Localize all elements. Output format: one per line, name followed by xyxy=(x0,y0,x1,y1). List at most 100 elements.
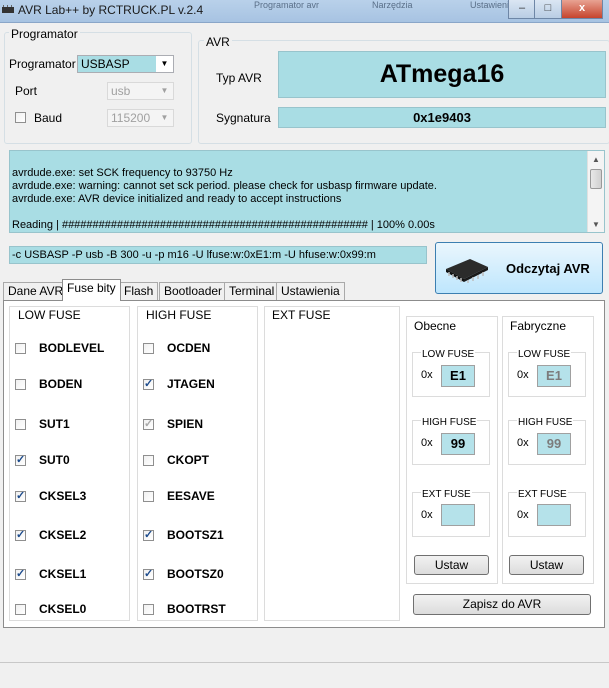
high-fuse-bootsz0-checkbox[interactable]: ✓ xyxy=(143,568,154,580)
low-fuse-bit-label: CKSEL2 xyxy=(39,528,87,542)
scroll-thumb[interactable] xyxy=(590,169,602,189)
bg-tab: Narzędzia xyxy=(372,0,413,10)
high-fuse-title: HIGH FUSE xyxy=(146,308,212,322)
tab-bootloader[interactable]: Bootloader xyxy=(159,282,228,300)
low-fuse-bit-label: CKSEL3 xyxy=(39,489,87,503)
programmer-select[interactable]: USBASP ▼ xyxy=(77,55,174,73)
title-bar: AVR Lab++ by RCTRUCK.PL v.2.4 Programato… xyxy=(0,0,609,23)
current-high-prefix: 0x xyxy=(421,437,433,449)
high-fuse-ckopt-checkbox[interactable] xyxy=(143,455,154,466)
tab-ustawienia[interactable]: Ustawienia xyxy=(276,282,345,300)
minimize-button[interactable]: – xyxy=(508,0,536,19)
low-fuse-bit-label: CKSEL1 xyxy=(39,567,87,581)
ext-fuse-panel xyxy=(264,306,400,621)
low-fuse-cksel2-checkbox[interactable]: ✓ xyxy=(15,529,26,541)
high-fuse-bit-label: EESAVE xyxy=(167,489,215,503)
high-fuse-bit-label: BOOTSZ1 xyxy=(167,528,224,542)
save-to-avr-button[interactable]: Zapisz do AVR xyxy=(413,594,591,615)
check-icon: ✓ xyxy=(16,529,26,541)
high-fuse-bit-label: OCDEN xyxy=(167,341,211,355)
current-ext-prefix: 0x xyxy=(421,509,433,521)
log-scrollbar[interactable]: ▲ ▼ xyxy=(587,151,604,232)
ext-fuse-title: EXT FUSE xyxy=(272,308,331,322)
low-fuse-sut1-checkbox[interactable] xyxy=(15,419,26,430)
low-fuse-boden-checkbox[interactable] xyxy=(15,379,26,390)
baud-checkbox[interactable] xyxy=(15,112,26,123)
programmer-group-label: Programator xyxy=(9,27,80,41)
factory-set-button[interactable]: Ustaw xyxy=(509,555,584,575)
factory-low-prefix: 0x xyxy=(517,369,529,381)
factory-ext-prefix: 0x xyxy=(517,509,529,521)
scroll-down-icon[interactable]: ▼ xyxy=(592,220,600,229)
avr-group-label: AVR xyxy=(204,35,232,49)
tab-fuse-bity[interactable]: Fuse bity xyxy=(62,279,121,301)
low-fuse-cksel1-checkbox[interactable]: ✓ xyxy=(15,568,26,580)
baud-label: Baud xyxy=(34,111,63,125)
log-line: avrdude.exe: set SCK frequency to 93750 … xyxy=(12,167,233,179)
chevron-down-icon: ▼ xyxy=(160,113,169,122)
read-avr-button[interactable]: Odczytaj AVR xyxy=(435,242,603,294)
low-fuse-bit-label: CKSEL0 xyxy=(39,602,87,616)
port-label: Port xyxy=(15,84,38,98)
high-fuse-bit-label: SPIEN xyxy=(167,417,204,431)
check-icon: ✓ xyxy=(144,529,154,541)
close-button[interactable]: x xyxy=(561,0,603,19)
check-icon: ✓ xyxy=(144,568,154,580)
factory-low-value: E1 xyxy=(537,365,571,387)
baud-select[interactable]: 115200 ▼ xyxy=(107,109,174,127)
tab-dane-avr[interactable]: Dane AVR xyxy=(3,282,69,300)
low-fuse-bit-label: BODLEVEL xyxy=(39,341,105,355)
high-fuse-bit-label: JTAGEN xyxy=(167,377,215,391)
tab-flash[interactable]: Flash xyxy=(119,282,159,300)
programmer-label: Programator xyxy=(9,57,76,71)
tab-terminal[interactable]: Terminal xyxy=(224,282,280,300)
low-fuse-bit-label: BODEN xyxy=(39,377,83,391)
check-icon: ✓ xyxy=(144,378,154,390)
signature-label: Sygnatura xyxy=(216,111,271,125)
low-fuse-bit-label: SUT0 xyxy=(39,453,70,467)
low-fuse-cksel0-checkbox[interactable] xyxy=(15,604,26,615)
high-fuse-bootsz1-checkbox[interactable]: ✓ xyxy=(143,529,154,541)
current-low-prefix: 0x xyxy=(421,369,433,381)
factory-title: Fabryczne xyxy=(510,319,567,333)
check-icon: ✓ xyxy=(16,454,26,466)
log-line: avrdude.exe: AVR device initialized and … xyxy=(12,193,342,205)
log-line: avrdude.exe: warning: cannot set sck per… xyxy=(12,180,437,192)
scroll-up-icon[interactable]: ▲ xyxy=(592,155,600,164)
check-icon: ✓ xyxy=(16,568,26,580)
log-output[interactable]: avrdude.exe: set SCK frequency to 93750 … xyxy=(9,150,605,233)
bg-tab: Programator avr xyxy=(254,0,320,10)
factory-ext-value xyxy=(537,504,571,526)
high-fuse-spien-checkbox: ✓ xyxy=(143,418,154,430)
check-icon: ✓ xyxy=(144,418,154,430)
read-avr-label: Odczytaj AVR xyxy=(506,261,590,276)
high-fuse-bit-label: CKOPT xyxy=(167,453,209,467)
high-fuse-ocden-checkbox[interactable] xyxy=(143,343,154,354)
avr-type-label: Typ AVR xyxy=(216,71,262,85)
current-low-value[interactable]: E1 xyxy=(441,365,475,387)
high-fuse-bootrst-checkbox[interactable] xyxy=(143,604,154,615)
app-icon xyxy=(2,5,14,13)
port-select[interactable]: usb ▼ xyxy=(107,82,174,100)
maximize-button[interactable]: □ xyxy=(534,0,562,19)
factory-high-value: 99 xyxy=(537,433,571,455)
current-ext-value[interactable] xyxy=(441,504,475,526)
low-fuse-bodlevel-checkbox[interactable] xyxy=(15,343,26,354)
chip-icon xyxy=(446,259,488,283)
high-fuse-jtagen-checkbox[interactable]: ✓ xyxy=(143,378,154,390)
low-fuse-cksel3-checkbox[interactable]: ✓ xyxy=(15,490,26,502)
current-low-label: LOW FUSE xyxy=(421,349,476,360)
high-fuse-eesave-checkbox[interactable] xyxy=(143,491,154,502)
chevron-down-icon: ▼ xyxy=(160,86,169,95)
check-icon: ✓ xyxy=(16,490,26,502)
command-line[interactable]: -c USBASP -P usb -B 300 -u -p m16 -U lfu… xyxy=(9,246,427,264)
high-fuse-bit-label: BOOTSZ0 xyxy=(167,567,224,581)
current-set-button[interactable]: Ustaw xyxy=(414,555,489,575)
factory-high-prefix: 0x xyxy=(517,437,529,449)
low-fuse-sut0-checkbox[interactable]: ✓ xyxy=(15,454,26,466)
factory-high-label: HIGH FUSE xyxy=(517,417,574,428)
status-divider xyxy=(0,662,609,663)
current-high-value[interactable]: 99 xyxy=(441,433,475,455)
chevron-down-icon: ▼ xyxy=(156,56,173,72)
